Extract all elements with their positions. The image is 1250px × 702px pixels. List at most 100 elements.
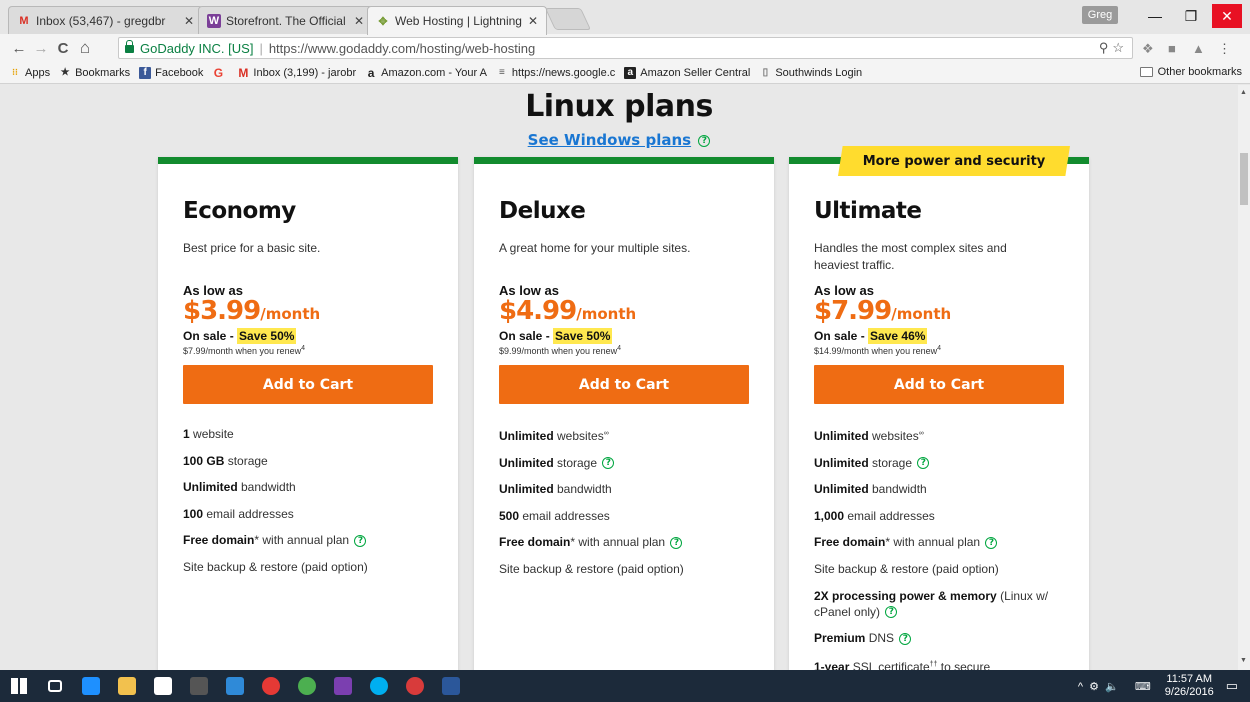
feature-bold: 100 bbox=[183, 506, 204, 521]
windows-taskbar: ^ ⚙ 🔈 ⌨ 11:57 AM 9/26/2016 ▭ bbox=[0, 670, 1250, 702]
page-scrollbar[interactable]: ▲ ▼ bbox=[1238, 85, 1250, 670]
bookmark-southwinds[interactable]: ▯ Southwinds Login bbox=[759, 67, 863, 79]
feature-item: 2X processing power & memory (Linux w/ c… bbox=[814, 588, 1066, 620]
taskbar-app[interactable] bbox=[76, 670, 106, 702]
taskbar-app[interactable] bbox=[4, 670, 34, 702]
bookmark-bookmarks[interactable]: ★ Bookmarks bbox=[59, 67, 131, 79]
taskbar-app[interactable] bbox=[184, 670, 214, 702]
taskbar-app[interactable] bbox=[256, 670, 286, 702]
bookmark-facebook[interactable]: f Facebook bbox=[139, 66, 203, 79]
add-to-cart-button[interactable]: Add to Cart bbox=[814, 365, 1064, 404]
tab-close-icon[interactable]: ✕ bbox=[528, 14, 538, 28]
reload-icon[interactable]: C bbox=[52, 40, 74, 57]
help-icon[interactable]: ? bbox=[985, 537, 998, 550]
bookmark-google[interactable]: G bbox=[212, 66, 228, 80]
feature-item: Unlimited bandwidth bbox=[814, 481, 1066, 497]
zoom-bookmark-star-icon[interactable]: ⚲☆ bbox=[1099, 40, 1128, 56]
forward-arrow-icon[interactable]: → bbox=[30, 40, 52, 57]
profile-button[interactable]: Greg bbox=[1082, 6, 1118, 24]
help-icon[interactable]: ? bbox=[885, 606, 898, 619]
plan-description: A great home for your multiple sites. bbox=[499, 241, 691, 255]
close-window-button[interactable]: ✕ bbox=[1212, 4, 1242, 28]
back-arrow-icon[interactable]: ← bbox=[8, 40, 30, 57]
feature-text: SSL certificate bbox=[849, 659, 930, 670]
tray-icons[interactable]: ^ ⚙ 🔈 bbox=[1078, 680, 1125, 693]
keyboard-icon[interactable]: ⌨ bbox=[1135, 680, 1151, 693]
minimize-button[interactable]: — bbox=[1140, 4, 1170, 28]
tab-close-icon[interactable]: ✕ bbox=[354, 14, 364, 28]
help-icon[interactable]: ? bbox=[899, 632, 912, 645]
taskbar-app[interactable] bbox=[112, 670, 142, 702]
notifications-icon[interactable]: ▭ bbox=[1226, 678, 1238, 694]
save-badge: Save 50% bbox=[553, 328, 613, 344]
sale-line: On sale - Save 46% bbox=[814, 328, 928, 344]
feature-bold: Unlimited bbox=[183, 480, 238, 495]
feature-text: storage bbox=[868, 455, 913, 470]
plan-name: Deluxe bbox=[499, 198, 586, 224]
scroll-up-icon[interactable]: ▲ bbox=[1240, 89, 1247, 96]
feature-item: Free domain* with annual plan ? bbox=[814, 534, 1066, 550]
add-to-cart-button[interactable]: Add to Cart bbox=[499, 365, 749, 404]
feature-text: bandwidth bbox=[237, 480, 296, 495]
tab-title: Storefront. The Official W bbox=[226, 13, 348, 28]
taskbar-app[interactable] bbox=[220, 670, 250, 702]
feature-bold: Premium bbox=[814, 631, 866, 646]
bookmark-apps[interactable]: ⁝⁝ Apps bbox=[9, 67, 50, 79]
price-period: /month bbox=[576, 305, 637, 323]
add-to-cart-button[interactable]: Add to Cart bbox=[183, 365, 433, 404]
tab-storefront[interactable]: W Storefront. The Official W ✕ bbox=[198, 6, 373, 34]
save-badge: Save 50% bbox=[237, 328, 297, 344]
address-bar[interactable]: GoDaddy INC. [US] | https://www.godaddy.… bbox=[118, 37, 1133, 59]
sale-prefix: On sale - bbox=[183, 329, 238, 343]
tab-close-icon[interactable]: ✕ bbox=[184, 14, 194, 28]
clock[interactable]: 11:57 AM 9/26/2016 bbox=[1165, 673, 1214, 699]
scroll-down-icon[interactable]: ▼ bbox=[1240, 657, 1247, 664]
bookmark-amazon-seller[interactable]: a Amazon Seller Central bbox=[624, 66, 750, 79]
chrome-icon bbox=[298, 677, 316, 695]
restore-button[interactable]: ❐ bbox=[1176, 4, 1206, 28]
bookmark-label: https://news.google.c bbox=[511, 66, 616, 79]
extension-icon[interactable]: ■ bbox=[1168, 41, 1176, 56]
amazon-seller-icon: a bbox=[624, 66, 637, 79]
home-icon[interactable]: ⌂ bbox=[74, 38, 96, 58]
bookmark-amazon[interactable]: a Amazon.com - Your A bbox=[365, 66, 487, 80]
bookmark-label: Inbox (3,199) - jarobr bbox=[253, 66, 357, 79]
file-explorer-icon bbox=[118, 677, 136, 695]
tab-web-hosting[interactable]: ✥ Web Hosting | Lightning ✕ bbox=[367, 6, 547, 35]
dropbox-extension-icon[interactable]: ❖ bbox=[1142, 41, 1154, 57]
footnote-marker: 4 bbox=[301, 345, 305, 352]
taskbar-app[interactable] bbox=[292, 670, 322, 702]
drive-extension-icon[interactable]: ▲ bbox=[1192, 41, 1205, 56]
scrollbar-thumb[interactable] bbox=[1240, 153, 1248, 205]
windows-start-icon bbox=[11, 678, 27, 694]
taskbar-app[interactable] bbox=[364, 670, 394, 702]
bookmark-news[interactable]: ≡ https://news.google.c bbox=[496, 67, 615, 79]
gmail-icon: M bbox=[19, 14, 29, 27]
tab-gmail[interactable]: M Inbox (53,467) - gregdbr ✕ bbox=[8, 6, 203, 34]
help-icon[interactable]: ? bbox=[602, 457, 615, 470]
bookmark-inbox[interactable]: M Inbox (3,199) - jarobr bbox=[237, 66, 357, 80]
plan-price: $4.99/month bbox=[499, 296, 636, 326]
feature-bold: 1,000 bbox=[814, 508, 845, 523]
feature-bold: 1-year bbox=[814, 659, 850, 670]
calculator-icon bbox=[334, 677, 352, 695]
other-bookmarks[interactable]: Other bookmarks bbox=[1139, 66, 1242, 78]
help-icon[interactable]: ? bbox=[670, 537, 683, 550]
feature-text: * with annual plan bbox=[570, 535, 666, 550]
bookmark-label: Amazon.com - Your A bbox=[381, 66, 487, 79]
help-icon[interactable]: ? bbox=[354, 535, 367, 548]
feature-footnote: ∞ bbox=[603, 430, 609, 437]
taskbar-app[interactable] bbox=[148, 670, 178, 702]
feature-item: Unlimited bandwidth bbox=[499, 481, 751, 497]
taskbar-app[interactable] bbox=[400, 670, 430, 702]
taskbar-app[interactable] bbox=[436, 670, 466, 702]
help-icon[interactable]: ? bbox=[917, 457, 930, 470]
url-text[interactable]: https://www.godaddy.com/hosting/web-host… bbox=[269, 41, 535, 56]
windows-link-text[interactable]: See Windows plans bbox=[528, 131, 691, 149]
help-icon[interactable]: ? bbox=[698, 134, 711, 147]
chrome-menu-icon[interactable]: ⋮ bbox=[1218, 41, 1231, 57]
plan-name: Economy bbox=[183, 198, 296, 224]
new-tab-button[interactable] bbox=[544, 8, 592, 30]
taskbar-app[interactable] bbox=[40, 670, 70, 702]
taskbar-app[interactable] bbox=[328, 670, 358, 702]
